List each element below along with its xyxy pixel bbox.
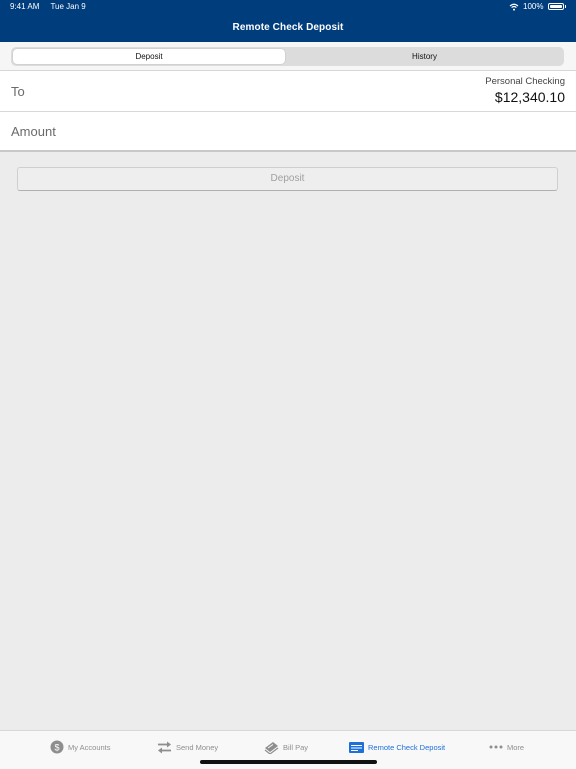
battery-tip — [564, 5, 566, 8]
tab-send-money[interactable]: Send Money — [157, 739, 218, 755]
amount-label: Amount — [11, 124, 56, 139]
transfer-arrows-icon — [158, 741, 171, 753]
home-indicator[interactable] — [200, 760, 377, 764]
tab-my-accounts[interactable]: $ My Accounts — [50, 739, 111, 755]
amount-row[interactable]: Amount — [0, 112, 576, 152]
tab-label: Send Money — [176, 742, 219, 752]
tab-more[interactable]: More — [489, 739, 524, 755]
tab-bill-pay[interactable]: Bill Pay — [264, 739, 308, 755]
svg-text:$: $ — [54, 742, 59, 752]
status-bar-right: 100% — [509, 2, 566, 11]
page-title: Remote Check Deposit — [232, 22, 344, 33]
dollar-coin-icon: $ — [50, 740, 64, 754]
more-dots-icon — [489, 745, 503, 749]
segment-history[interactable]: History — [287, 49, 562, 64]
check-icon — [349, 741, 364, 753]
tab-label: My Accounts — [68, 742, 111, 752]
tab-label: Bill Pay — [283, 742, 309, 752]
battery-percent: 100% — [523, 2, 544, 11]
to-account-row[interactable]: To Personal Checking $12,340.10 — [0, 71, 576, 112]
status-date: Tue Jan 9 — [50, 2, 86, 11]
account-balance: $12,340.10 — [494, 89, 565, 105]
segmented-control: Deposit History — [11, 47, 564, 66]
navigation-header: 9:41 AM Tue Jan 9 100% Remote Check Depo… — [0, 0, 576, 42]
status-time: 9:41 AM — [10, 2, 40, 11]
segment-bar: Deposit History — [0, 42, 576, 71]
tab-label: More — [507, 742, 525, 752]
deposit-button[interactable]: Deposit — [17, 167, 558, 191]
wifi-icon — [509, 3, 519, 11]
battery-icon — [547, 3, 564, 10]
tab-remote-check-deposit[interactable]: Remote Check Deposit — [349, 739, 445, 755]
segment-deposit[interactable]: Deposit — [13, 49, 285, 64]
tab-label: Remote Check Deposit — [368, 742, 446, 752]
account-name: Personal Checking — [485, 76, 565, 87]
bill-pay-icon — [264, 742, 279, 754]
status-bar-left: 9:41 AM Tue Jan 9 — [10, 2, 95, 11]
to-label: To — [11, 84, 25, 99]
